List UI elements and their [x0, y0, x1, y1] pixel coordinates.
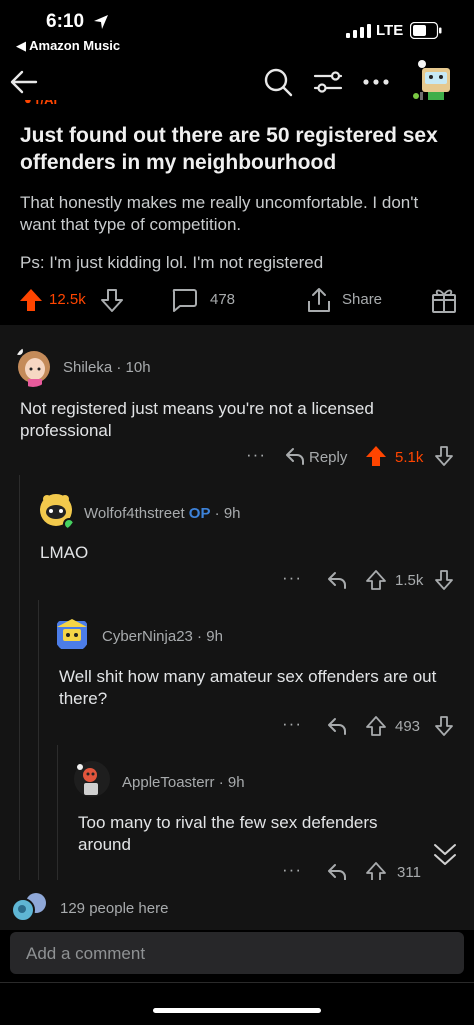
- upvote-icon[interactable]: [365, 715, 387, 737]
- post-body-ps: Ps: I'm just kidding lol. I'm not regist…: [20, 253, 324, 272]
- post-comment-count: 478: [210, 291, 236, 308]
- add-comment-input[interactable]: Add a comment: [10, 932, 464, 974]
- comment-text: Too many to rival the few sex defenders …: [78, 813, 378, 854]
- section-divider: [0, 325, 474, 335]
- battery-icon: [410, 22, 442, 39]
- thread-line: [38, 600, 39, 880]
- more-icon[interactable]: [362, 74, 390, 90]
- location-arrow-icon: [94, 15, 108, 29]
- reply-icon[interactable]: [326, 862, 348, 880]
- comment-text: Well shit how many amateur sex offenders…: [59, 667, 437, 708]
- more-icon[interactable]: ···: [282, 860, 302, 880]
- post-body: That honestly makes me really uncomforta…: [20, 193, 419, 234]
- downvote-icon[interactable]: [100, 287, 124, 313]
- comment-text: LMAO: [40, 543, 89, 562]
- status-time: 6:10: [46, 11, 85, 32]
- reply-button[interactable]: Reply: [309, 449, 347, 466]
- collapse-thread-icon[interactable]: [432, 841, 458, 869]
- home-indicator[interactable]: [153, 1008, 321, 1013]
- award-icon[interactable]: [430, 286, 458, 314]
- people-here-count: 129 people here: [60, 900, 169, 917]
- op-badge: OP: [188, 505, 211, 522]
- post-title: Just found out there are 50 registered s…: [20, 124, 438, 174]
- comment-vote-count: 493: [395, 718, 421, 735]
- presence-bar: 129 people here: [0, 880, 474, 930]
- comment-author[interactable]: Shileka · 10h: [63, 359, 151, 376]
- avatar[interactable]: [54, 615, 90, 653]
- status-bar: 6:10 ◀ Amazon Music LTE: [0, 0, 474, 56]
- more-icon[interactable]: ···: [282, 568, 302, 588]
- post-action-bar: 12.5k 478 Share: [0, 286, 474, 314]
- comment-list: Shileka · 10h Not registered just means …: [0, 335, 474, 880]
- comment-placeholder: Add a comment: [26, 944, 146, 963]
- user-avatar[interactable]: [412, 56, 458, 106]
- share-icon[interactable]: [306, 286, 332, 314]
- presence-avatars-icon: [11, 893, 46, 922]
- downvote-icon[interactable]: [434, 715, 454, 737]
- upvote-icon[interactable]: [365, 569, 387, 591]
- signal-icon: [346, 24, 371, 38]
- reply-icon[interactable]: [326, 716, 348, 736]
- comment-text: Not registered just means you're not a l…: [20, 399, 374, 440]
- post-meta-clipped: ● r/AI: [24, 100, 84, 112]
- comment-vote-count: 5.1k: [395, 449, 424, 466]
- reply-icon[interactable]: [284, 446, 306, 466]
- more-icon[interactable]: ···: [282, 714, 302, 734]
- comment-author[interactable]: AppleToasterr · 9h: [122, 774, 245, 791]
- filter-icon[interactable]: [312, 66, 344, 98]
- search-icon[interactable]: [262, 66, 294, 98]
- comment-vote-count: 1.5k: [395, 572, 424, 589]
- upvote-filled-icon[interactable]: [18, 287, 44, 313]
- share-button[interactable]: Share: [342, 291, 382, 308]
- thread-line: [19, 475, 20, 880]
- avatar[interactable]: [14, 345, 52, 387]
- comment-bubble-icon[interactable]: [170, 287, 198, 313]
- avatar[interactable]: [72, 759, 112, 799]
- divider: [0, 982, 474, 983]
- downvote-icon[interactable]: [434, 445, 454, 467]
- reply-icon[interactable]: [326, 570, 348, 590]
- downvote-icon[interactable]: [434, 569, 454, 591]
- avatar[interactable]: [36, 490, 76, 532]
- more-icon[interactable]: ···: [246, 445, 266, 465]
- comment-author[interactable]: CyberNinja23 · 9h: [102, 628, 223, 645]
- network-label: LTE: [376, 22, 404, 39]
- upvote-filled-icon[interactable]: [365, 445, 387, 467]
- arrow-left-icon[interactable]: [8, 66, 40, 98]
- upvote-icon[interactable]: [365, 861, 387, 880]
- back-to-app-link[interactable]: ◀ Amazon Music: [16, 38, 120, 54]
- comment-vote-count: 311: [397, 864, 421, 880]
- post-vote-count: 12.5k: [49, 291, 86, 308]
- post: ● r/AI Just found out there are 50 regis…: [0, 100, 474, 325]
- comment-author[interactable]: Wolfof4thstreet OP · 9h: [84, 505, 241, 522]
- thread-line: [57, 745, 58, 880]
